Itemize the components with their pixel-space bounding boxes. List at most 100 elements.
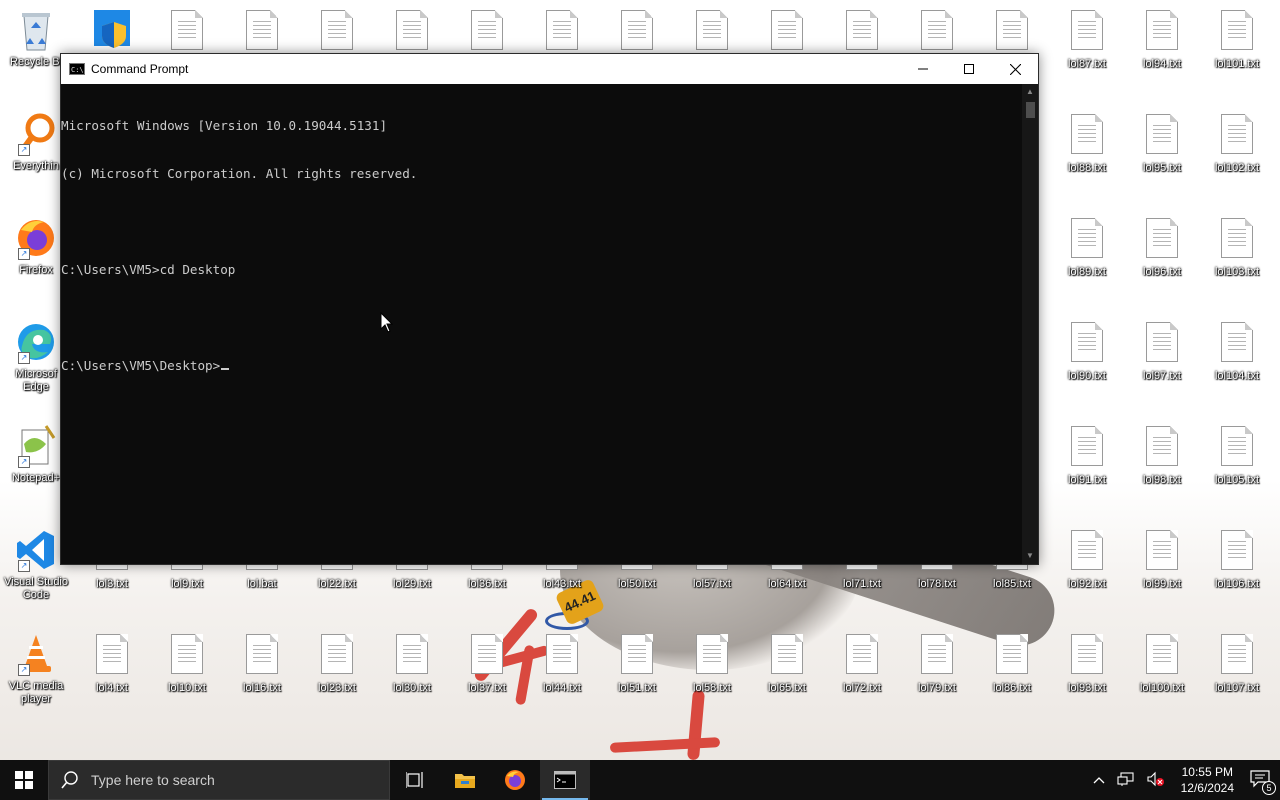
file-explorer-button[interactable] xyxy=(440,760,490,800)
volume-button[interactable] xyxy=(1147,771,1165,790)
desktop-icon-label: lol89.txt xyxy=(1068,266,1106,278)
desktop-file-icon[interactable]: lol105.txt xyxy=(1202,424,1272,487)
desktop-icon-label: lol50.txt xyxy=(618,578,656,590)
desktop-file-icon[interactable] xyxy=(902,8,972,54)
taskbar-search-box[interactable]: Type here to search xyxy=(48,760,390,800)
command-prompt-taskbar-button[interactable] xyxy=(540,760,590,800)
minimize-icon xyxy=(918,68,928,70)
desktop-file-icon[interactable] xyxy=(677,8,747,54)
network-button[interactable] xyxy=(1117,771,1135,790)
desktop-icon-label: lol4.txt xyxy=(96,682,128,694)
scroll-down-icon[interactable]: ▼ xyxy=(1022,548,1038,564)
desktop-icon-label: lol90.txt xyxy=(1068,370,1106,382)
scroll-up-icon[interactable]: ▲ xyxy=(1022,84,1038,100)
desktop-file-icon[interactable]: lol104.txt xyxy=(1202,320,1272,383)
desktop-icon-label: Visual Studio Code xyxy=(3,576,68,601)
desktop-file-icon[interactable]: lol90.txt xyxy=(1052,320,1122,383)
show-hidden-icons-button[interactable] xyxy=(1093,773,1105,787)
desktop-file-icon[interactable]: lol101.txt xyxy=(1202,8,1272,71)
minimize-button[interactable] xyxy=(900,54,946,84)
desktop-file-icon[interactable]: lol88.txt xyxy=(1052,112,1122,175)
desktop-icon-label: VLC media player xyxy=(8,680,64,705)
desktop-file-icon[interactable]: lol10.txt xyxy=(152,632,222,695)
command-prompt-window[interactable]: C:\ Command Prompt Microsoft Windows [Ve… xyxy=(60,53,1039,565)
desktop-file-icon[interactable]: lol89.txt xyxy=(1052,216,1122,279)
desktop-file-icon[interactable]: lol58.txt xyxy=(677,632,747,695)
maximize-button[interactable] xyxy=(946,54,992,84)
close-button[interactable] xyxy=(992,54,1038,84)
start-button[interactable] xyxy=(0,760,48,800)
text-file-icon xyxy=(167,634,207,678)
text-file-icon xyxy=(1217,10,1257,54)
desktop-file-icon[interactable]: lol79.txt xyxy=(902,632,972,695)
desktop-icon-label: lol29.txt xyxy=(393,578,431,590)
console-prompt: C:\Users\VM5\Desktop> xyxy=(61,358,221,373)
desktop-file-icon[interactable] xyxy=(452,8,522,54)
vertical-scrollbar[interactable]: ▲ ▼ xyxy=(1022,84,1038,564)
desktop-file-icon[interactable]: lol92.txt xyxy=(1052,528,1122,591)
desktop-file-icon[interactable]: lol4.txt xyxy=(77,632,147,695)
desktop-shortcut-vlc[interactable]: ↗ VLC media player xyxy=(1,632,71,706)
task-view-button[interactable] xyxy=(390,760,440,800)
desktop-file-icon[interactable]: lol16.txt xyxy=(227,632,297,695)
desktop-file-icon[interactable] xyxy=(302,8,372,54)
desktop-icon-label: lol91.txt xyxy=(1068,474,1106,486)
notepadpp-icon: ↗ xyxy=(16,424,56,468)
console-output[interactable]: Microsoft Windows [Version 10.0.19044.51… xyxy=(61,84,1022,564)
desktop-file-icon[interactable]: lol93.txt xyxy=(1052,632,1122,695)
close-icon xyxy=(1009,63,1021,75)
desktop-file-icon[interactable]: lol30.txt xyxy=(377,632,447,695)
desktop-file-icon[interactable]: lol94.txt xyxy=(1127,8,1197,71)
desktop-file-icon[interactable]: lol99.txt xyxy=(1127,528,1197,591)
maximize-icon xyxy=(964,64,974,74)
desktop-file-icon[interactable]: lol23.txt xyxy=(302,632,372,695)
text-file-icon xyxy=(317,634,357,678)
search-placeholder: Type here to search xyxy=(91,772,215,788)
desktop-file-icon[interactable]: lol106.txt xyxy=(1202,528,1272,591)
text-file-icon xyxy=(542,634,582,678)
desktop-file-icon[interactable]: lol102.txt xyxy=(1202,112,1272,175)
desktop-file-icon[interactable]: lol97.txt xyxy=(1127,320,1197,383)
desktop-file-icon[interactable]: lol37.txt xyxy=(452,632,522,695)
text-file-icon xyxy=(1067,634,1107,678)
taskbar: Type here to search 10:55 PM 12/6/2024 5 xyxy=(0,760,1280,800)
text-file-icon xyxy=(1142,426,1182,470)
desktop-file-icon[interactable]: lol51.txt xyxy=(602,632,672,695)
desktop-file-icon[interactable] xyxy=(527,8,597,54)
desktop-file-icon[interactable]: lol103.txt xyxy=(1202,216,1272,279)
desktop-file-icon[interactable] xyxy=(827,8,897,54)
text-file-icon xyxy=(692,10,732,54)
clock[interactable]: 10:55 PM 12/6/2024 xyxy=(1181,764,1234,796)
desktop-file-icon[interactable]: lol107.txt xyxy=(1202,632,1272,695)
desktop-shortcut-security[interactable] xyxy=(77,8,147,52)
desktop-file-icon[interactable]: lol96.txt xyxy=(1127,216,1197,279)
text-file-icon xyxy=(1067,218,1107,262)
scroll-thumb[interactable] xyxy=(1026,102,1035,118)
desktop-file-icon[interactable]: lol95.txt xyxy=(1127,112,1197,175)
console-prompt-line[interactable]: C:\Users\VM5\Desktop> xyxy=(61,358,1022,374)
desktop-file-icon[interactable] xyxy=(227,8,297,54)
desktop-file-icon[interactable]: lol87.txt xyxy=(1052,8,1122,71)
desktop-file-icon[interactable]: lol86.txt xyxy=(977,632,1047,695)
desktop-file-icon[interactable]: lol44.txt xyxy=(527,632,597,695)
desktop-file-icon[interactable]: lol72.txt xyxy=(827,632,897,695)
desktop-icon-label: lol99.txt xyxy=(1143,578,1181,590)
desktop-file-icon[interactable] xyxy=(602,8,672,54)
desktop-file-icon[interactable] xyxy=(377,8,447,54)
everything-icon: ↗ xyxy=(16,112,56,156)
firefox-taskbar-button[interactable] xyxy=(490,760,540,800)
desktop-file-icon[interactable] xyxy=(977,8,1047,54)
desktop-file-icon[interactable] xyxy=(152,8,222,54)
title-bar[interactable]: C:\ Command Prompt xyxy=(61,54,1038,84)
windows-logo-icon xyxy=(15,771,33,789)
desktop-file-icon[interactable]: lol65.txt xyxy=(752,632,822,695)
desktop-file-icon[interactable] xyxy=(752,8,822,54)
desktop-icon-label: lol10.txt xyxy=(168,682,206,694)
desktop-file-icon[interactable]: lol100.txt xyxy=(1127,632,1197,695)
firefox-icon xyxy=(505,770,525,790)
text-file-icon xyxy=(167,10,207,54)
action-center-button[interactable]: 5 xyxy=(1250,769,1276,795)
desktop-file-icon[interactable]: lol91.txt xyxy=(1052,424,1122,487)
desktop-file-icon[interactable]: lol98.txt xyxy=(1127,424,1197,487)
console-line: C:\Users\VM5>cd Desktop xyxy=(61,262,236,277)
